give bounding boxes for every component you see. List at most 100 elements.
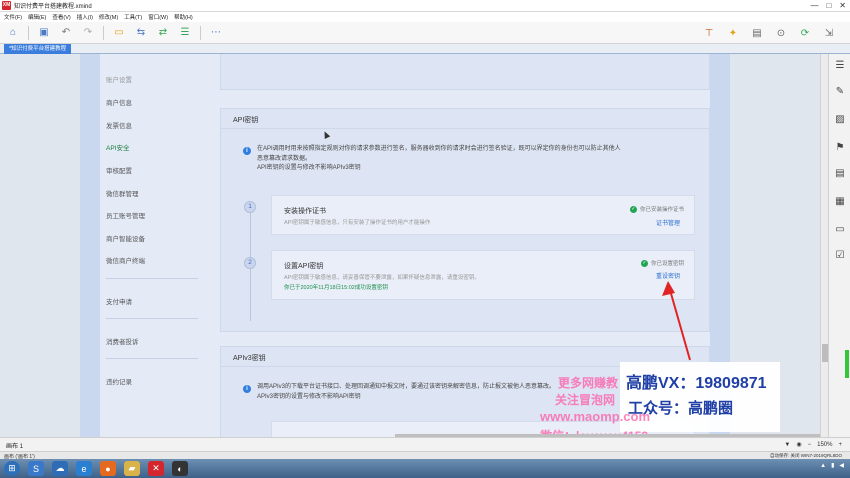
format-brush-icon[interactable]: ✎ (834, 86, 846, 98)
menu-modify[interactable]: 修改(M) (99, 13, 118, 21)
network-icon[interactable]: ▮ (831, 462, 834, 469)
home-icon[interactable]: ⌂ (6, 26, 20, 40)
flag-icon[interactable]: ⚑ (834, 142, 846, 154)
sidebar-divider (106, 358, 198, 359)
marker-icon[interactable]: ⊤ (702, 26, 716, 40)
template-icon[interactable]: ▦ (834, 196, 846, 208)
api-key-info-line: 恶意篡改请求数据。 (257, 155, 312, 162)
save-icon[interactable]: ▣ (37, 26, 51, 40)
explorer-folder-icon[interactable]: ▰ (124, 461, 140, 476)
sidebar-item-merchant-info[interactable]: 商户信息 (106, 97, 132, 107)
menu-insert[interactable]: 插入(I) (77, 13, 93, 21)
watermark-vx: 高鹏VX：19809871 (626, 375, 767, 392)
taskbar-app-icon[interactable]: ◐ (172, 461, 188, 476)
step-title: 设置API密钥 (284, 263, 324, 270)
start-button-icon[interactable]: ⊞ (4, 461, 20, 476)
summary-icon[interactable]: ☰ (178, 26, 192, 40)
share-icon[interactable]: ⊙ (774, 26, 788, 40)
window-title: 知识付费平台搭建教程.xmind (14, 4, 92, 10)
menu-view[interactable]: 查看(V) (52, 13, 70, 21)
sidebar-item-review-config[interactable]: 审核配置 (106, 165, 132, 175)
vertical-scrollbar[interactable] (820, 54, 828, 437)
apiv3-card-title: APIv3密钥 (233, 355, 266, 362)
system-tray: ▲ ▮ ◀ (820, 462, 844, 470)
presentation-icon[interactable]: ▤ (750, 26, 764, 40)
annotation-arrow (662, 281, 691, 361)
menu-help[interactable]: 帮助(H) (174, 13, 193, 21)
sidebar-item-violations[interactable]: 违约记录 (106, 376, 132, 386)
notes-icon[interactable]: ▤ (834, 168, 846, 180)
more-icon[interactable]: ⋯ (209, 26, 223, 40)
idea-bulb-icon[interactable]: ✦ (726, 26, 740, 40)
xmind-taskbar-icon[interactable]: ✕ (148, 461, 164, 476)
task-icon[interactable]: ☑ (834, 250, 846, 262)
sidebar-item-staff-accounts[interactable]: 员工账号管理 (106, 210, 145, 220)
step-description: API密钥属于敏感信息，只有安装了操作证书的用户才能操作 (284, 220, 431, 226)
arrow-head (662, 281, 675, 296)
undo-icon[interactable]: ↶ (59, 26, 73, 40)
wechat-pay-page: 账户设置 商户信息 发票信息 API安全 审核配置 微信群管理 员工账号管理 商… (100, 54, 710, 437)
sync-icon[interactable]: ⟳ (798, 26, 812, 40)
step-title: 安装操作证书 (284, 208, 326, 215)
sidebar-item-invoice-info[interactable]: 发票信息 (106, 120, 132, 130)
topic-icon[interactable]: ▭ (112, 26, 126, 40)
step-success-note: 你已于2020年11月18日15:02成功设置密钥 (284, 285, 388, 291)
eye-icon[interactable]: ◉ (796, 441, 801, 448)
sidebar-item-merchant-terminal[interactable]: 微信商户终端 (106, 255, 145, 265)
side-indicator (845, 350, 849, 378)
taskbar-app-icon[interactable]: ☁ (52, 461, 68, 476)
zoom-value[interactable]: 150% (817, 442, 832, 448)
export-icon[interactable]: ⇲ (822, 26, 836, 40)
sidebar-item-api-security[interactable]: API安全 (106, 142, 129, 152)
status-bar: 画布 ('画布 1') 自动保存: 关闭 WIN7-2019QRL8DO (0, 451, 850, 460)
api-key-card-header: API密钥 (221, 109, 709, 129)
windows-taskbar: ⊞ S ☁ e ● ▰ ✕ ◐ ▲ ▮ ◀ (0, 459, 850, 478)
step-set-api-key: 设置API密钥 API密钥属于敏感信息，请妥善保管不要泄露，如果怀疑信息泄露，请… (271, 250, 695, 300)
step-status: ✓ 你已安装操作证书 (629, 205, 684, 213)
comment-icon[interactable]: ▭ (834, 224, 846, 236)
menu-tools[interactable]: 工具(T) (124, 13, 142, 21)
sidebar-item-complaints[interactable]: 消费者投诉 (106, 336, 139, 346)
step-status-text: 你已安装操作证书 (639, 207, 684, 213)
ie-icon[interactable]: e (76, 461, 92, 476)
check-icon: ✓ (629, 205, 637, 213)
taskbar-app-icon[interactable]: S (28, 461, 44, 476)
step-status: ✓ 你已设置密钥 (640, 259, 684, 267)
tray-icon[interactable]: ▲ (820, 463, 826, 469)
relationship-icon[interactable]: ⇄ (156, 26, 170, 40)
zoom-out-button[interactable]: − (808, 442, 812, 448)
certificate-manage-link[interactable]: 证书管理 (656, 218, 680, 227)
sidebar-divider (106, 278, 198, 279)
toolbar-divider (200, 25, 201, 40)
info-icon: i (243, 147, 251, 155)
menu-file[interactable]: 文件(F) (4, 13, 22, 21)
document-tab[interactable]: *知识付费平台搭建教程 (4, 44, 72, 54)
maximize-button[interactable]: □ (826, 1, 831, 10)
menu-edit[interactable]: 编辑(E) (28, 13, 46, 21)
sheet-tab[interactable]: 画布 1 (6, 441, 23, 450)
volume-icon[interactable]: ◀ (839, 462, 844, 469)
sidebar-item-smart-devices[interactable]: 商户智能设备 (106, 233, 145, 243)
step-number: 2 (244, 257, 256, 269)
filter-icon[interactable]: ▼ (784, 442, 790, 448)
minimize-button[interactable]: — (810, 1, 818, 10)
api-key-info-line: 在API调用时用来按照指定规则对你的请求参数进行签名，服务器收到你的请求时会进行… (257, 146, 621, 152)
previous-card (220, 54, 710, 90)
sidebar-item-wechat-group[interactable]: 微信群管理 (106, 188, 139, 198)
arrow-shaft (669, 289, 691, 361)
menu-window[interactable]: 窗口(W) (148, 13, 168, 21)
sidebar-item-account-settings[interactable]: 账户设置 (106, 74, 132, 84)
sheet-bar: 画布 1 ▼ ◉ − 150% + (0, 437, 850, 451)
api-key-card: API密钥 i 在API调用时用来按照指定规则对你的请求参数进行签名，服务器收到… (220, 108, 710, 332)
image-icon[interactable]: ▨ (834, 114, 846, 126)
close-button[interactable]: ✕ (839, 1, 846, 10)
toolbar-right: ⊤ ✦ ▤ ⊙ ⟳ ⇲ (702, 26, 836, 40)
toolbar-divider (28, 25, 29, 40)
redo-icon[interactable]: ↷ (81, 26, 95, 40)
sidebar-item-payment-apply[interactable]: 支付申请 (106, 296, 132, 306)
window-controls: — □ ✕ (810, 1, 846, 10)
outline-icon[interactable]: ☰ (834, 60, 846, 72)
zoom-in-button[interactable]: + (838, 442, 842, 448)
subtopic-icon[interactable]: ⇆ (134, 26, 148, 40)
firefox-icon[interactable]: ● (100, 461, 116, 476)
